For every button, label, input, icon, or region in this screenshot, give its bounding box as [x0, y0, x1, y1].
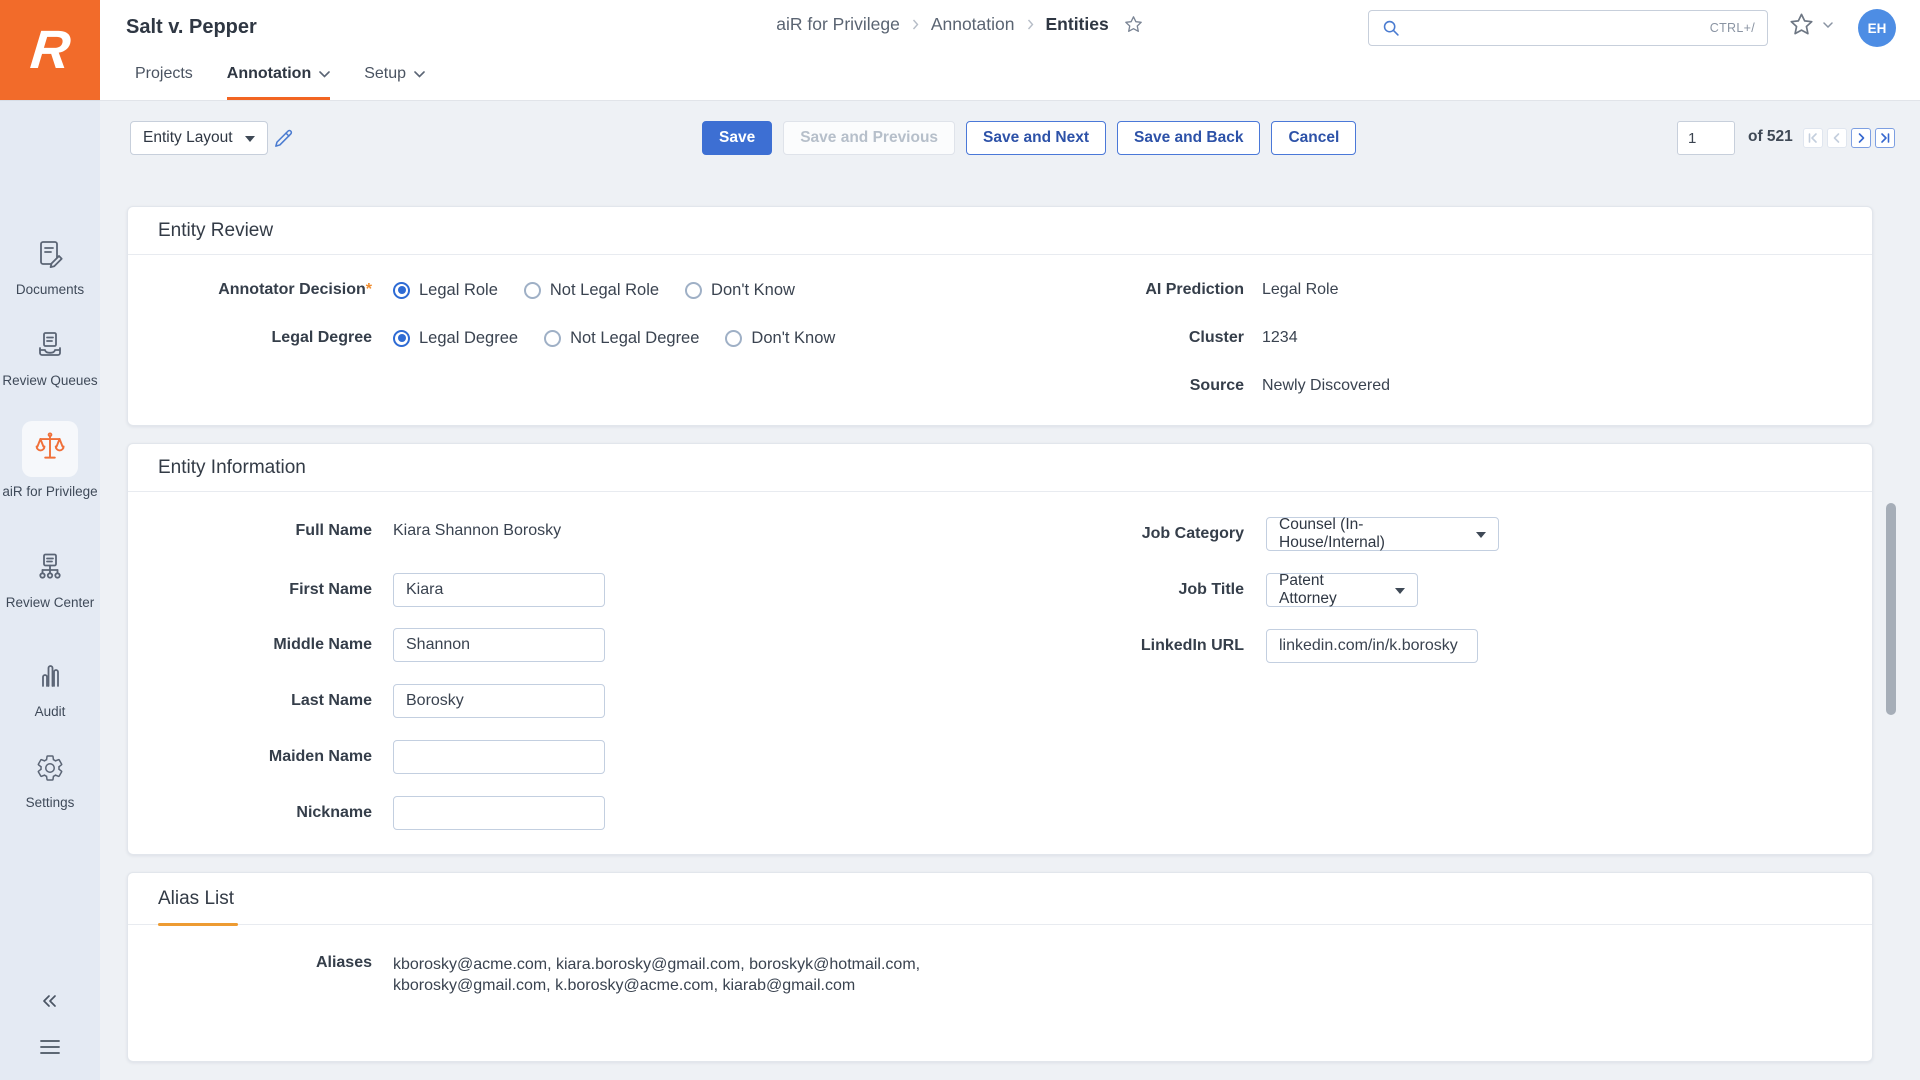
caret-down-icon [245, 129, 255, 147]
relativity-logo[interactable]: R [0, 0, 100, 100]
top-header: R Salt v. Pepper Projects Annotation Set… [0, 0, 1920, 100]
review-queues-icon [34, 348, 66, 365]
chevron-down-icon [319, 65, 330, 83]
double-chevron-left-icon [39, 997, 61, 1014]
entity-information-title: Entity Information [128, 444, 1872, 492]
entity-review-title: Entity Review [128, 207, 1872, 255]
review-center-icon [34, 570, 66, 587]
search-icon [1381, 18, 1401, 38]
save-actions: Save Save and Previous Save and Next Sav… [702, 121, 1356, 155]
save-button[interactable]: Save [702, 121, 772, 155]
page-count-label: of 521 [1748, 128, 1793, 146]
aliases-value: kborosky@acme.com, kiara.borosky@gmail.c… [393, 954, 920, 996]
sidebar-item-audit[interactable]: Audit [0, 660, 100, 722]
previous-record-button[interactable] [1827, 128, 1847, 148]
main-tab-bar: Projects Annotation Setup [135, 60, 425, 100]
edit-layout-button[interactable] [272, 127, 295, 155]
bar-chart-icon [34, 679, 66, 696]
favorites-menu [1788, 11, 1833, 38]
ai-prediction-value: Legal Role [1262, 281, 1339, 299]
page-number-input[interactable] [1677, 121, 1735, 155]
search-shortcut-hint: CTRL+/ [1710, 21, 1755, 35]
workspace-title: Salt v. Pepper [126, 16, 257, 39]
logo-letter: R [27, 19, 73, 81]
collapse-sidebar-button[interactable] [0, 992, 100, 1015]
tab-annotation[interactable]: Annotation [227, 60, 330, 100]
caret-down-icon [1476, 525, 1486, 543]
last-record-button[interactable] [1875, 128, 1895, 148]
last-name-label: Last Name [128, 692, 372, 710]
next-record-button[interactable] [1851, 128, 1871, 148]
sidebar-item-review-center[interactable]: Review Center [0, 551, 100, 613]
source-value: Newly Discovered [1262, 377, 1390, 395]
breadcrumb-annotation[interactable]: Annotation [931, 14, 1015, 35]
sidebar-item-air-for-privilege[interactable]: aiR for Privilege [0, 421, 100, 502]
search-input[interactable] [1411, 20, 1700, 37]
chevron-down-icon [414, 65, 425, 83]
vertical-scrollbar[interactable] [1886, 503, 1896, 715]
caret-down-icon [1395, 581, 1405, 599]
entity-review-panel: Entity Review Annotator Decision* Legal … [127, 206, 1873, 426]
save-and-back-button[interactable]: Save and Back [1117, 121, 1260, 155]
tab-projects[interactable]: Projects [135, 60, 193, 100]
alias-list-panel: Alias List Aliases kborosky@acme.com, ki… [127, 872, 1873, 1062]
source-label: Source [128, 377, 1244, 395]
job-category-label: Job Category [128, 525, 1244, 543]
job-title-label: Job Title [128, 581, 1244, 599]
job-title-dropdown[interactable]: Patent Attorney [1266, 573, 1418, 607]
breadcrumb-entities[interactable]: Entities [1046, 14, 1109, 35]
active-item-highlight [22, 421, 78, 477]
breadcrumb-air-for-privilege[interactable]: aiR for Privilege [776, 14, 900, 35]
linkedin-url-input[interactable] [1266, 629, 1478, 663]
save-and-previous-button[interactable]: Save and Previous [783, 121, 955, 155]
global-search: CTRL+/ [1368, 10, 1768, 46]
ai-prediction-label: AI Prediction [128, 281, 1244, 299]
nickname-input[interactable] [393, 796, 605, 830]
aliases-label: Aliases [128, 954, 372, 972]
maiden-name-label: Maiden Name [128, 748, 372, 766]
record-pager [1803, 128, 1895, 148]
user-avatar[interactable]: EH [1858, 9, 1896, 47]
star-icon[interactable] [1788, 11, 1815, 38]
first-record-button[interactable] [1803, 128, 1823, 148]
document-edit-icon [34, 257, 66, 274]
cluster-label: Cluster [128, 329, 1244, 347]
sidebar-item-settings[interactable]: Settings [0, 753, 100, 813]
menu-button[interactable] [0, 1038, 100, 1061]
entity-information-panel: Entity Information Full Name Kiara Shann… [127, 443, 1873, 855]
last-name-input[interactable] [393, 684, 605, 718]
layout-selector-dropdown[interactable]: Entity Layout [130, 121, 268, 155]
alias-list-title: Alias List [128, 873, 1872, 925]
cancel-button[interactable]: Cancel [1271, 121, 1356, 155]
save-and-next-button[interactable]: Save and Next [966, 121, 1106, 155]
active-section-underline [158, 923, 238, 926]
gear-icon [35, 770, 65, 787]
sidebar-item-documents[interactable]: Documents [0, 238, 100, 300]
scales-icon [33, 430, 67, 469]
chevron-down-icon[interactable] [1823, 22, 1833, 28]
job-category-dropdown[interactable]: Counsel (In-House/Internal) [1266, 517, 1499, 551]
linkedin-url-label: LinkedIn URL [128, 637, 1244, 655]
favorite-star-icon[interactable] [1123, 14, 1144, 35]
cluster-value: 1234 [1262, 329, 1298, 347]
pencil-icon [272, 137, 295, 154]
sidebar-item-review-queues[interactable]: Review Queues [0, 329, 100, 391]
tab-setup[interactable]: Setup [364, 60, 425, 100]
left-sidebar: Documents Review Queues [0, 100, 100, 1080]
nickname-label: Nickname [128, 804, 372, 822]
chevron-right-icon [1027, 19, 1034, 30]
chevron-right-icon [912, 19, 919, 30]
hamburger-menu-icon [38, 1043, 62, 1060]
maiden-name-input[interactable] [393, 740, 605, 774]
